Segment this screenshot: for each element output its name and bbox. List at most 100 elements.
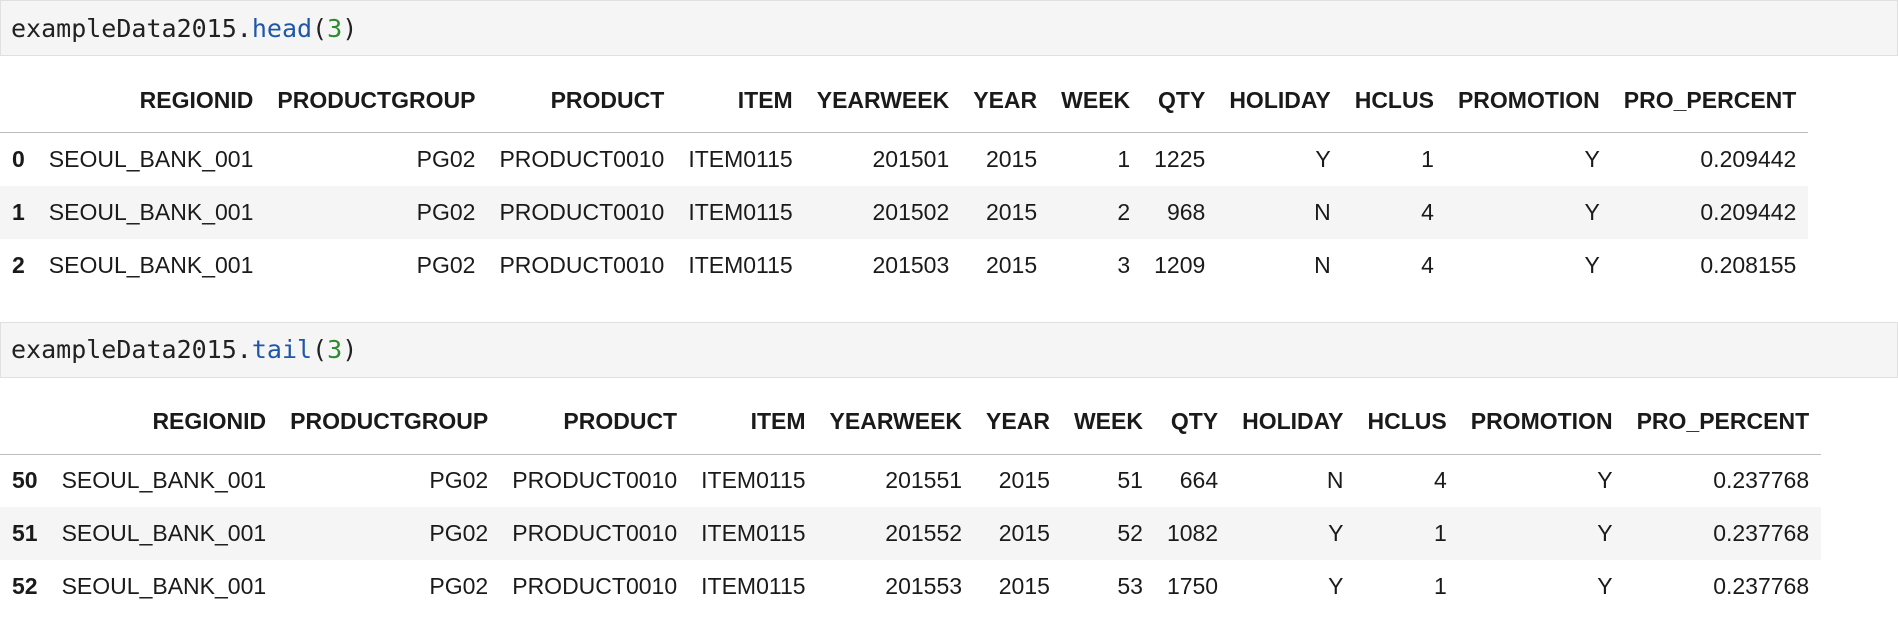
- table-cell: 2015: [985, 198, 1038, 225]
- table-cell: 0.237768: [1713, 520, 1810, 546]
- table-cell: 201501: [872, 145, 950, 172]
- table-cell: 0.209442: [1700, 198, 1797, 225]
- dataframe-table-tail: REGIONID PRODUCTGROUP PRODUCT ITEM YEARW…: [0, 389, 1822, 614]
- table-cell: Y: [1597, 520, 1613, 546]
- table-row: 0 SEOUL_BANK_001 PG02 PRODUCT0010 ITEM01…: [0, 133, 1808, 186]
- table-cell: 201552: [885, 520, 963, 546]
- column-header: QTY: [1142, 68, 1218, 133]
- column-header: PROMOTION: [1458, 389, 1625, 455]
- table-cell: PRODUCT0010: [499, 145, 665, 172]
- table-cell: 201502: [872, 198, 950, 225]
- table-cell: 201553: [885, 573, 963, 599]
- table-cell: 1225: [1154, 145, 1206, 172]
- column-header: HOLIDAY: [1217, 68, 1343, 133]
- column-header: ITEM: [676, 68, 805, 133]
- code-variable: exampleData2015: [11, 335, 237, 364]
- table-cell: PRODUCT0010: [512, 520, 678, 546]
- table-cell: 51: [1117, 467, 1143, 494]
- column-header: HCLUS: [1355, 389, 1459, 455]
- table-row: 52 SEOUL_BANK_001 PG02 PRODUCT0010 ITEM0…: [0, 560, 1821, 613]
- table-cell: PG02: [429, 573, 489, 599]
- table-cell: N: [1314, 198, 1331, 225]
- code-argument: 3: [327, 335, 343, 364]
- table-cell: Y: [1597, 467, 1613, 494]
- code-input-head[interactable]: exampleData2015. head(3): [0, 0, 1898, 56]
- code-dot: .: [236, 13, 252, 43]
- table-row: 2 SEOUL_BANK_001 PG02 PRODUCT0010 ITEM01…: [0, 239, 1808, 292]
- table-cell: ITEM0115: [701, 467, 806, 494]
- table-cell: Y: [1597, 573, 1613, 599]
- table-cell: 4: [1433, 467, 1447, 494]
- table-cell: 2015: [985, 145, 1038, 172]
- table-cell: Y: [1328, 573, 1344, 599]
- table-cell: ITEM0115: [688, 251, 793, 278]
- table-row: 1 SEOUL_BANK_001 PG02 PRODUCT0010 ITEM01…: [0, 185, 1809, 239]
- table-cell: 4: [1421, 198, 1434, 225]
- table-cell: PRODUCT0010: [512, 467, 678, 494]
- column-header-index: [0, 68, 37, 133]
- column-header: HCLUS: [1342, 68, 1446, 133]
- table-cell: 1: [1421, 145, 1434, 172]
- column-header: PRODUCTGROUP: [265, 68, 488, 133]
- column-header: REGIONID: [36, 68, 266, 133]
- table-cell: 2015: [998, 467, 1050, 494]
- table-cell: 1: [1117, 145, 1131, 172]
- column-header: PRODUCTGROUP: [278, 389, 501, 455]
- table-cell: 2: [1117, 198, 1131, 225]
- table-cell: 1: [1433, 520, 1447, 546]
- table-cell: SEOUL_BANK_001: [61, 467, 267, 494]
- table-cell: Y: [1584, 251, 1600, 278]
- notebook-cell-tail: exampleData2015. tail(3) REGIONID PRODUCT…: [0, 321, 1898, 614]
- table-cell: 201503: [872, 251, 950, 278]
- table-header-row: REGIONID PRODUCTGROUP PRODUCT ITEM YEARW…: [0, 389, 1822, 455]
- table-cell: 0.237768: [1713, 467, 1810, 494]
- column-header: PRO_PERCENT: [1611, 68, 1809, 133]
- table-cell: PG02: [429, 467, 489, 494]
- table-cell: 3: [1117, 251, 1131, 278]
- column-header: YEAR: [974, 389, 1062, 455]
- row-index: 1: [12, 198, 25, 225]
- table-cell: PG02: [416, 251, 476, 278]
- table-cell: 2015: [998, 520, 1050, 546]
- column-header: QTY: [1154, 389, 1231, 455]
- column-header: WEEK: [1049, 68, 1143, 133]
- table-cell: ITEM0115: [688, 145, 793, 172]
- table-cell: SEOUL_BANK_001: [61, 520, 267, 546]
- code-input-tail[interactable]: exampleData2015. tail(3): [0, 321, 1898, 378]
- table-cell: PG02: [416, 198, 476, 225]
- row-index: 50: [12, 467, 38, 494]
- table-cell: 52: [1117, 520, 1143, 546]
- code-method: tail: [251, 335, 313, 364]
- code-argument: 3: [327, 13, 343, 43]
- table-cell: 0.237768: [1713, 573, 1810, 599]
- table-cell: PRODUCT0010: [499, 251, 665, 278]
- table-cell: 1: [1433, 573, 1447, 599]
- row-index: 52: [12, 573, 38, 599]
- table-cell: Y: [1315, 145, 1331, 172]
- table-cell: ITEM0115: [688, 198, 793, 225]
- code-paren-open: (: [312, 335, 328, 364]
- column-header: PRO_PERCENT: [1624, 389, 1822, 455]
- column-header: PRODUCT: [500, 389, 690, 455]
- table-cell: 1082: [1166, 520, 1219, 546]
- column-header: PRODUCT: [487, 68, 677, 133]
- table-cell: SEOUL_BANK_001: [48, 198, 254, 225]
- table-cell: N: [1314, 251, 1331, 278]
- table-cell: PRODUCT0010: [512, 573, 678, 599]
- table-cell: 53: [1117, 573, 1143, 599]
- column-header-index: [0, 389, 50, 455]
- table-cell: SEOUL_BANK_001: [61, 573, 267, 599]
- row-index: 2: [12, 251, 25, 278]
- code-variable: exampleData2015: [11, 13, 237, 43]
- column-header: YEAR: [961, 68, 1050, 133]
- output-tail: REGIONID PRODUCTGROUP PRODUCT ITEM YEARW…: [0, 389, 1898, 614]
- row-index: 51: [12, 520, 38, 546]
- table-cell: N: [1326, 467, 1344, 494]
- column-header: HOLIDAY: [1230, 389, 1356, 455]
- table-cell: PG02: [429, 520, 489, 546]
- table-row: 50 SEOUL_BANK_001 PG02 PRODUCT0010 ITEM0…: [0, 454, 1821, 507]
- code-paren-close: ): [342, 13, 358, 43]
- code-paren-close: ): [342, 335, 358, 364]
- column-header: YEARWEEK: [804, 68, 962, 133]
- table-cell: Y: [1584, 145, 1600, 172]
